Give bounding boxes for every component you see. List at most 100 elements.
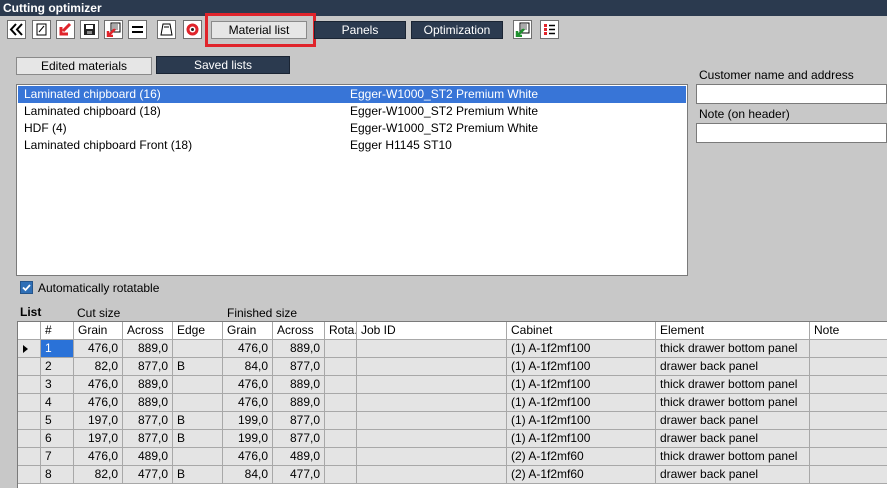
table-cell[interactable]: [173, 340, 223, 358]
table-cell[interactable]: 197,0: [74, 412, 123, 430]
table-cell[interactable]: B: [173, 412, 223, 430]
table-cell[interactable]: 476,0: [74, 394, 123, 412]
table-cell[interactable]: [325, 412, 357, 430]
table-cell[interactable]: [325, 448, 357, 466]
table-cell[interactable]: [810, 412, 887, 430]
column-header[interactable]: Across: [123, 322, 173, 340]
table-cell[interactable]: 889,0: [273, 376, 325, 394]
table-cell[interactable]: drawer back panel: [656, 358, 810, 376]
parts-table[interactable]: # Grain Across Edge Grain Across Rota. Job ID Ca…: [17, 321, 887, 488]
table-cell[interactable]: 82,0: [74, 466, 123, 484]
column-header[interactable]: Rota.: [325, 322, 357, 340]
column-header[interactable]: Element: [656, 322, 810, 340]
row-header[interactable]: [18, 340, 41, 358]
column-header[interactable]: Cabinet: [507, 322, 656, 340]
save-disk-icon[interactable]: [80, 20, 99, 39]
table-cell[interactable]: [173, 448, 223, 466]
list-item[interactable]: Laminated chipboard (16) Egger-W1000_ST2…: [18, 86, 686, 103]
table-cell[interactable]: [325, 466, 357, 484]
material-list[interactable]: Laminated chipboard (16) Egger-W1000_ST2…: [16, 84, 688, 276]
table-cell[interactable]: 476,0: [223, 394, 273, 412]
table-cell[interactable]: [810, 358, 887, 376]
table-cell[interactable]: [810, 394, 887, 412]
table-cell[interactable]: drawer back panel: [656, 430, 810, 448]
table-cell[interactable]: 476,0: [74, 340, 123, 358]
table-cell[interactable]: 489,0: [273, 448, 325, 466]
table-cell[interactable]: 82,0: [74, 358, 123, 376]
column-header[interactable]: Across: [273, 322, 325, 340]
table-cell[interactable]: [357, 394, 507, 412]
table-cell[interactable]: [325, 358, 357, 376]
note-header-field[interactable]: [696, 123, 887, 143]
export-green-arrow-icon[interactable]: [513, 20, 532, 39]
table-cell[interactable]: 4: [41, 394, 74, 412]
table-cell[interactable]: [325, 430, 357, 448]
table-cell[interactable]: 7: [41, 448, 74, 466]
table-cell[interactable]: [325, 394, 357, 412]
row-header[interactable]: [18, 376, 41, 394]
column-header[interactable]: Edge: [173, 322, 223, 340]
table-cell[interactable]: [325, 340, 357, 358]
row-header[interactable]: [18, 430, 41, 448]
column-header[interactable]: Job ID: [357, 322, 507, 340]
list-item[interactable]: HDF (4) Egger-W1000_ST2 Premium White: [18, 120, 686, 137]
table-cell[interactable]: 476,0: [223, 340, 273, 358]
table-cell[interactable]: 477,0: [273, 466, 325, 484]
optimization-button[interactable]: Optimization: [411, 21, 503, 39]
table-cell[interactable]: (1) A-1f2mf100: [507, 394, 656, 412]
table-cell[interactable]: 84,0: [223, 466, 273, 484]
table-cell[interactable]: 199,0: [223, 430, 273, 448]
table-cell[interactable]: 2: [41, 358, 74, 376]
table-cell[interactable]: [810, 376, 887, 394]
table-cell[interactable]: 889,0: [123, 394, 173, 412]
lifebuoy-icon[interactable]: [183, 20, 202, 39]
table-cell[interactable]: [325, 376, 357, 394]
table-cell[interactable]: 877,0: [123, 412, 173, 430]
table-cell[interactable]: 84,0: [223, 358, 273, 376]
table-cell[interactable]: (2) A-1f2mf60: [507, 466, 656, 484]
table-cell[interactable]: [810, 430, 887, 448]
tab-edited-materials[interactable]: Edited materials: [16, 57, 152, 75]
row-header[interactable]: [18, 448, 41, 466]
table-cell[interactable]: [173, 394, 223, 412]
list-checklist-icon[interactable]: [540, 20, 559, 39]
table-cell[interactable]: 477,0: [123, 466, 173, 484]
table-cell[interactable]: (2) A-1f2mf60: [507, 448, 656, 466]
table-cell[interactable]: (1) A-1f2mf100: [507, 340, 656, 358]
table-cell[interactable]: thick drawer bottom panel: [656, 448, 810, 466]
table-cell[interactable]: 889,0: [123, 340, 173, 358]
table-cell[interactable]: [357, 412, 507, 430]
new-document-icon[interactable]: [32, 20, 51, 39]
table-cell[interactable]: 6: [41, 430, 74, 448]
table-cell[interactable]: 877,0: [123, 358, 173, 376]
column-header[interactable]: Note: [810, 322, 887, 340]
table-cell[interactable]: [357, 466, 507, 484]
table-cell[interactable]: 889,0: [123, 376, 173, 394]
table-cell[interactable]: 476,0: [223, 448, 273, 466]
import-arrow-icon[interactable]: [56, 20, 75, 39]
table-cell[interactable]: [810, 448, 887, 466]
table-cell[interactable]: (1) A-1f2mf100: [507, 430, 656, 448]
table-cell[interactable]: [810, 340, 887, 358]
table-cell[interactable]: thick drawer bottom panel: [656, 376, 810, 394]
list-item[interactable]: Laminated chipboard (18) Egger-W1000_ST2…: [18, 103, 686, 120]
column-header[interactable]: Grain: [74, 322, 123, 340]
table-cell[interactable]: 199,0: [223, 412, 273, 430]
table-cell[interactable]: B: [173, 430, 223, 448]
table-cell[interactable]: 476,0: [74, 448, 123, 466]
table-cell[interactable]: (1) A-1f2mf100: [507, 412, 656, 430]
table-cell[interactable]: [357, 358, 507, 376]
export-sheet-icon[interactable]: [104, 20, 123, 39]
row-header[interactable]: [18, 394, 41, 412]
table-cell[interactable]: 1: [41, 340, 74, 358]
column-header[interactable]: Grain: [223, 322, 273, 340]
table-cell[interactable]: [357, 430, 507, 448]
table-cell[interactable]: 889,0: [273, 394, 325, 412]
table-cell[interactable]: drawer back panel: [656, 412, 810, 430]
table-cell[interactable]: thick drawer bottom panel: [656, 340, 810, 358]
table-cell[interactable]: 5: [41, 412, 74, 430]
table-cell[interactable]: drawer back panel: [656, 466, 810, 484]
list-item[interactable]: Laminated chipboard Front (18) Egger H11…: [18, 137, 686, 154]
table-cell[interactable]: 889,0: [273, 340, 325, 358]
back-double-chevron-icon[interactable]: [7, 20, 26, 39]
